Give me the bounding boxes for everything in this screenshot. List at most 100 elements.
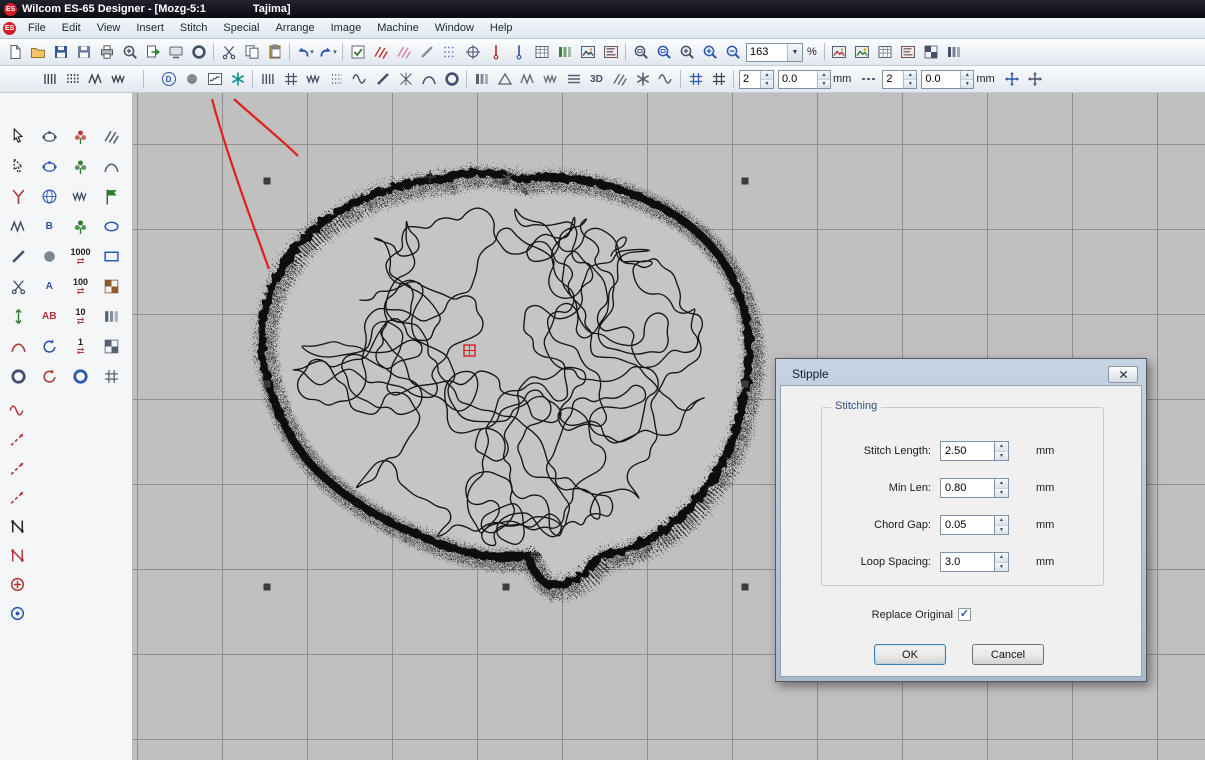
- cut[interactable]: [217, 41, 240, 64]
- effect-3d[interactable]: 3D: [585, 68, 608, 91]
- plant-motif[interactable]: [67, 213, 95, 239]
- star-fill[interactable]: [631, 68, 654, 91]
- travel-1000[interactable]: 1000⇄: [67, 243, 95, 269]
- stitch-length-spin-down[interactable]: ▼: [995, 452, 1008, 461]
- show-design[interactable]: [828, 41, 851, 64]
- menu-stitch[interactable]: Stitch: [172, 19, 216, 37]
- redo[interactable]: ▾: [316, 41, 339, 64]
- grid-show[interactable]: [707, 68, 730, 91]
- node-path[interactable]: [3, 513, 31, 539]
- color-film[interactable]: [553, 41, 576, 64]
- selection-handle[interactable]: [742, 178, 749, 185]
- new-design[interactable]: [3, 41, 26, 64]
- motif-run[interactable]: [84, 68, 107, 91]
- menu-file[interactable]: File: [20, 19, 54, 37]
- parallel-hatch[interactable]: [98, 123, 126, 149]
- needle-points[interactable]: [461, 41, 484, 64]
- menu-insert[interactable]: Insert: [128, 19, 172, 37]
- overview-window[interactable]: [576, 41, 599, 64]
- grid-snap[interactable]: [684, 68, 707, 91]
- tieoff-connector[interactable]: [3, 484, 31, 510]
- save-design[interactable]: [49, 41, 72, 64]
- stitch-angles[interactable]: [369, 41, 392, 64]
- stipple-run[interactable]: [203, 68, 226, 91]
- oval-shape-tool[interactable]: [35, 153, 63, 179]
- stitch-length-spin-up[interactable]: ▲: [995, 442, 1008, 452]
- fusion-fill[interactable]: D: [157, 68, 180, 91]
- program-split[interactable]: [325, 68, 348, 91]
- print-preview[interactable]: [118, 41, 141, 64]
- polygon-select[interactable]: [4, 153, 32, 179]
- stitch-marks[interactable]: [507, 41, 530, 64]
- selection-handle[interactable]: [503, 584, 510, 591]
- chord-gap-input[interactable]: [940, 515, 994, 535]
- cancel-button[interactable]: Cancel: [972, 644, 1044, 665]
- offset-distance-spin-up[interactable]: ▲: [818, 71, 830, 80]
- undo[interactable]: ▾: [293, 41, 316, 64]
- selection-handle[interactable]: [264, 178, 271, 185]
- offset-count-input[interactable]: [740, 71, 760, 88]
- loop-spacing-spin-down[interactable]: ▼: [995, 563, 1008, 572]
- travel-on-edges[interactable]: [493, 68, 516, 91]
- travel-1[interactable]: 1⇄: [67, 333, 95, 359]
- stipple-fill[interactable]: [226, 68, 249, 91]
- node-path-red[interactable]: [3, 542, 31, 568]
- design-library[interactable]: [874, 41, 897, 64]
- dim-artwork[interactable]: [438, 41, 461, 64]
- triple-run[interactable]: [61, 68, 84, 91]
- flag-motif[interactable]: [98, 183, 126, 209]
- curve-run[interactable]: [3, 397, 31, 423]
- start-marker-tool[interactable]: [3, 571, 31, 597]
- min-len-spin-down[interactable]: ▼: [995, 489, 1008, 498]
- trim-connector[interactable]: [3, 455, 31, 481]
- selection-handle[interactable]: [742, 584, 749, 591]
- selection-handle[interactable]: [742, 381, 749, 388]
- auto-select[interactable]: [346, 41, 369, 64]
- print[interactable]: [95, 41, 118, 64]
- menu-special[interactable]: Special: [215, 19, 267, 37]
- fur-effect[interactable]: [608, 68, 631, 91]
- dialog-titlebar[interactable]: Stipple: [780, 363, 1142, 385]
- loop-spacing-input[interactable]: [940, 552, 994, 572]
- motif-fill[interactable]: [302, 68, 325, 91]
- satin-fill[interactable]: [256, 68, 279, 91]
- stitch-length-input[interactable]: [940, 441, 994, 461]
- applique-tool[interactable]: [98, 273, 126, 299]
- chord-gap-spin-down[interactable]: ▼: [995, 526, 1008, 535]
- globe-motif[interactable]: [35, 183, 63, 209]
- open-design[interactable]: [26, 41, 49, 64]
- team-names[interactable]: AB: [35, 303, 63, 329]
- layers-distance-spin-up[interactable]: ▲: [961, 71, 973, 80]
- user-split[interactable]: [371, 68, 394, 91]
- pattern-stamp[interactable]: [98, 333, 126, 359]
- loop-spacing-spin-up[interactable]: ▲: [995, 553, 1008, 563]
- spiral-fill[interactable]: [440, 68, 463, 91]
- offset-distance-input[interactable]: [779, 71, 817, 88]
- queue-design[interactable]: [164, 41, 187, 64]
- selection-handle[interactable]: [264, 381, 271, 388]
- knife-tool[interactable]: [4, 243, 32, 269]
- flower-stitch[interactable]: [67, 123, 95, 149]
- chord-gap-spin-up[interactable]: ▲: [995, 516, 1008, 526]
- menu-machine[interactable]: Machine: [369, 19, 427, 37]
- menu-help[interactable]: Help: [482, 19, 521, 37]
- layers-distance-spin-down[interactable]: ▼: [961, 80, 973, 88]
- outline-style[interactable]: [857, 68, 880, 91]
- min-len-spin-up[interactable]: ▲: [995, 479, 1008, 489]
- min-len-input[interactable]: [940, 478, 994, 498]
- zoom-in[interactable]: [698, 41, 721, 64]
- layers-count-input[interactable]: [883, 71, 903, 88]
- auto-spacing[interactable]: [562, 68, 585, 91]
- reshape-tool[interactable]: [35, 123, 63, 149]
- zoom-dropdown-button[interactable]: ▼: [787, 44, 802, 61]
- gradient-fill[interactable]: [470, 68, 493, 91]
- tatami-fill[interactable]: [279, 68, 302, 91]
- cross-fill[interactable]: [394, 68, 417, 91]
- zoom-1-1[interactable]: [675, 41, 698, 64]
- zoom-box-tool[interactable]: [629, 41, 652, 64]
- jump-connector[interactable]: [3, 426, 31, 452]
- menu-arrange[interactable]: Arrange: [267, 19, 322, 37]
- travel-10[interactable]: 10⇄: [67, 303, 95, 329]
- layers-distance-input[interactable]: [922, 71, 960, 88]
- zoom-to-fit[interactable]: [652, 41, 675, 64]
